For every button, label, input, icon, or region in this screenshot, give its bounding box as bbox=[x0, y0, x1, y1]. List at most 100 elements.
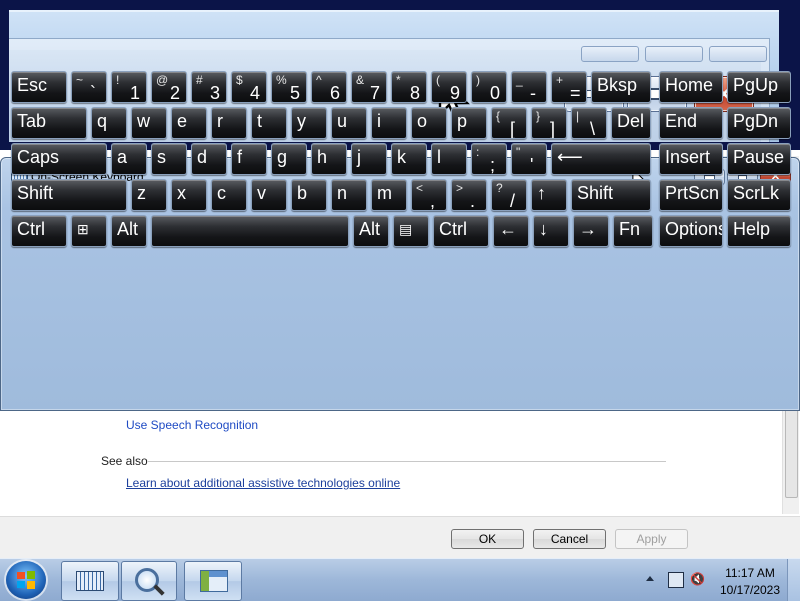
assistive-technologies-link[interactable]: Learn about additional assistive technol… bbox=[126, 476, 400, 490]
key-label: Del bbox=[617, 111, 645, 131]
key-symbol[interactable]: #3 bbox=[191, 71, 227, 103]
key-ctrl[interactable]: Ctrl bbox=[11, 215, 67, 247]
key-letter[interactable]: h bbox=[311, 143, 347, 175]
key-symbol[interactable]: " ' bbox=[511, 143, 547, 175]
key-symbol[interactable]: & 7 bbox=[351, 71, 387, 103]
key-shift[interactable]: Shift bbox=[571, 179, 651, 211]
key-symbol[interactable]: (9 bbox=[431, 71, 467, 103]
key-backslash[interactable]: | \ bbox=[571, 107, 607, 139]
key-pgdn[interactable]: PgDn bbox=[727, 107, 791, 139]
key-tab[interactable]: Tab bbox=[11, 107, 87, 139]
key-pgup[interactable]: PgUp bbox=[727, 71, 791, 103]
volume-muted-icon[interactable]: 🔇 bbox=[690, 572, 706, 586]
key-alt[interactable]: Alt bbox=[111, 215, 147, 247]
key-label: Home bbox=[665, 75, 714, 95]
key-symbol[interactable]: ~ ` bbox=[71, 71, 107, 103]
key-esc[interactable]: Esc bbox=[11, 71, 67, 103]
key-bksp[interactable]: Bksp bbox=[591, 71, 651, 103]
key-symbol[interactable]: }] bbox=[531, 107, 567, 139]
key-label: = bbox=[570, 83, 581, 103]
key-insert[interactable]: Insert bbox=[659, 143, 723, 175]
key-letter[interactable]: s bbox=[151, 143, 187, 175]
key-letter[interactable]: z bbox=[131, 179, 167, 211]
key-letter[interactable]: u bbox=[331, 107, 367, 139]
taskbar-item-control-panel[interactable] bbox=[184, 561, 242, 601]
ok-button[interactable]: OK bbox=[451, 529, 524, 549]
key-letter[interactable]: b bbox=[291, 179, 327, 211]
key-options[interactable]: Options bbox=[659, 215, 723, 247]
key-symbol[interactable]: + = bbox=[551, 71, 587, 103]
key-symbol[interactable]: % 5 bbox=[271, 71, 307, 103]
show-hidden-icons-arrow[interactable] bbox=[646, 576, 654, 581]
key-pause[interactable]: Pause bbox=[727, 143, 791, 175]
key-arrow[interactable]: ↓ bbox=[533, 215, 569, 247]
key-symbol[interactable]: ? / bbox=[491, 179, 527, 211]
key-help[interactable]: Help bbox=[727, 215, 791, 247]
key-symbol[interactable]: ! 1 bbox=[111, 71, 147, 103]
key-letter[interactable]: x bbox=[171, 179, 207, 211]
taskbar-item-on-screen-keyboard[interactable] bbox=[61, 561, 119, 601]
key-windows-logo[interactable]: ⊞ bbox=[71, 215, 107, 247]
key-alt[interactable]: Alt bbox=[353, 215, 389, 247]
key-symbol[interactable]: >. bbox=[451, 179, 487, 211]
key-letter[interactable]: i bbox=[371, 107, 407, 139]
key-label: j bbox=[357, 147, 361, 167]
key-arrow[interactable]: ← bbox=[493, 215, 529, 247]
cancel-button[interactable]: Cancel bbox=[533, 529, 606, 549]
key-symbol[interactable]: $4 bbox=[231, 71, 267, 103]
key-menu-key[interactable]: ▤ bbox=[393, 215, 429, 247]
key-prtscn[interactable]: PrtScn bbox=[659, 179, 723, 211]
key-letter[interactable]: k bbox=[391, 143, 427, 175]
key-arrow[interactable]: → bbox=[573, 215, 609, 247]
speech-recognition-link[interactable]: Use Speech Recognition bbox=[126, 418, 258, 432]
network-icon[interactable] bbox=[668, 572, 684, 588]
key-letter[interactable]: p bbox=[451, 107, 487, 139]
key-label: ⟵ bbox=[557, 147, 583, 167]
key-fn[interactable]: Fn bbox=[613, 215, 653, 247]
key-label: x bbox=[177, 183, 186, 203]
key-del[interactable]: Del bbox=[611, 107, 651, 139]
start-button[interactable] bbox=[6, 561, 46, 599]
key-symbol[interactable]: <, bbox=[411, 179, 447, 211]
apply-button[interactable]: Apply bbox=[615, 529, 688, 549]
clock[interactable]: 11:17 AM 10/17/2023 bbox=[714, 565, 786, 599]
key-letter[interactable]: d bbox=[191, 143, 227, 175]
key-letter[interactable]: j bbox=[351, 143, 387, 175]
key-symbol[interactable]: _ - bbox=[511, 71, 547, 103]
key-end[interactable]: End bbox=[659, 107, 723, 139]
show-desktop-button[interactable] bbox=[787, 559, 800, 601]
key-letter[interactable]: q bbox=[91, 107, 127, 139]
key-home[interactable]: Home bbox=[659, 71, 723, 103]
key-letter[interactable]: t bbox=[251, 107, 287, 139]
key-letter[interactable]: f bbox=[231, 143, 267, 175]
key-letter[interactable]: n bbox=[331, 179, 367, 211]
key-ctrl[interactable]: Ctrl bbox=[433, 215, 489, 247]
key-letter[interactable]: v bbox=[251, 179, 287, 211]
key-symbol[interactable]: ) 0 bbox=[471, 71, 507, 103]
magnified-ghost-button bbox=[645, 46, 703, 62]
key-symbol[interactable]: {[ bbox=[491, 107, 527, 139]
key-letter[interactable]: y bbox=[291, 107, 327, 139]
on-screen-keyboard-window: On-Screen Keyboard ✕ Esc ~ `! 1 @2 #3 $4% 5 ^ 6 & 7… bbox=[0, 71, 800, 411]
key-symbol[interactable]: ^ 6 bbox=[311, 71, 347, 103]
taskbar-item-magnifier[interactable] bbox=[121, 561, 177, 601]
key-scrlk[interactable]: ScrLk bbox=[727, 179, 791, 211]
key-shift[interactable]: Shift bbox=[11, 179, 127, 211]
key-symbol[interactable]: :; bbox=[471, 143, 507, 175]
key-space[interactable] bbox=[151, 215, 349, 247]
key-caps[interactable]: Caps bbox=[11, 143, 107, 175]
key-arrow[interactable]: ⟵ bbox=[551, 143, 651, 175]
key-symbol[interactable]: @2 bbox=[151, 71, 187, 103]
key-symbol[interactable]: * 8 bbox=[391, 71, 427, 103]
key-letter[interactable]: l bbox=[431, 143, 467, 175]
key-letter[interactable]: e bbox=[171, 107, 207, 139]
key-letter[interactable]: g bbox=[271, 143, 307, 175]
key-letter[interactable]: a bbox=[111, 143, 147, 175]
key-label: z bbox=[137, 183, 146, 203]
key-letter[interactable]: m bbox=[371, 179, 407, 211]
key-letter[interactable]: c bbox=[211, 179, 247, 211]
key-arrow[interactable]: ↑ bbox=[531, 179, 567, 211]
key-letter[interactable]: o bbox=[411, 107, 447, 139]
key-letter[interactable]: w bbox=[131, 107, 167, 139]
key-letter[interactable]: r bbox=[211, 107, 247, 139]
